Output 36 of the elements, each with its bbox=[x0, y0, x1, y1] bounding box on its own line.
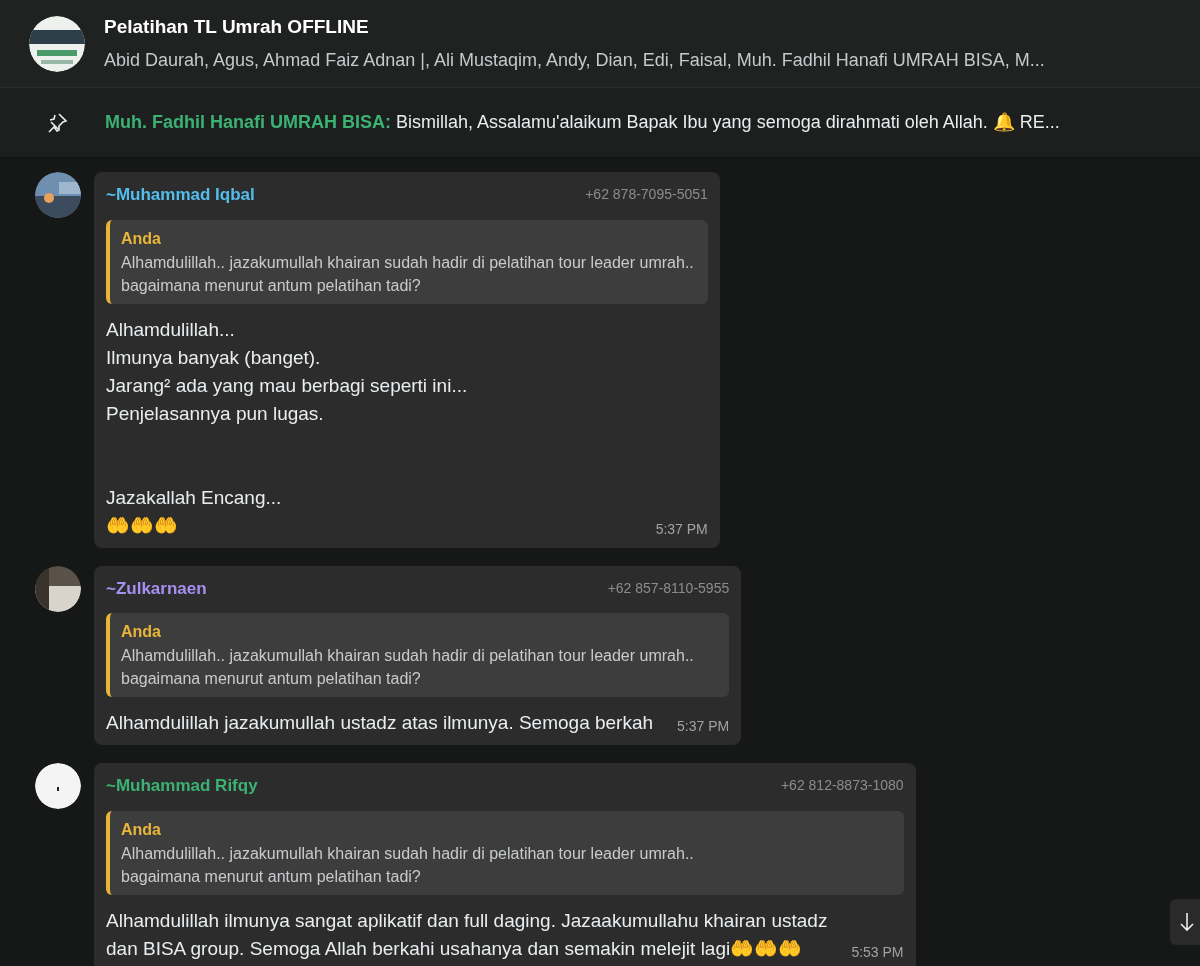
message-text: Jazakallah Encang... bbox=[106, 485, 283, 510]
quote-text: bagaimana menurut antum pelatihan tadi? bbox=[121, 669, 422, 689]
pinned-message: Muh. Fadhil Hanafi UMRAH BISA: Bismillah, Assalamu'alaikum Bapak Ibu yang semoga dirahmati oleh Allah. 🔔 RE... bbox=[105, 111, 1060, 134]
quote-text: Alhamdulillah.. jazakumullah khairan sudah hadir di pelatihan tour leader umrah.. bbox=[121, 646, 695, 666]
sender-name[interactable]: ~Zulkarnaen bbox=[106, 575, 207, 601]
group-title: Pelatihan TL Umrah OFFLINE bbox=[104, 14, 370, 39]
quoted-message[interactable]: Anda Alhamdulillah.. jazakumullah khairan sudah hadir di pelatihan tour leader umrah.. bagaimana menurut antum pelatihan tadi? bbox=[106, 810, 904, 895]
quote-author: Anda bbox=[121, 622, 162, 642]
phone-number: +62 812-8873-1080 bbox=[780, 776, 904, 796]
message-text: 🤲🤲🤲 bbox=[106, 513, 179, 538]
quoted-message[interactable]: Anda Alhamdulillah.. jazakumullah khairan sudah hadir di pelatihan tour leader umrah.. bagaimana menurut antum pelatihan tadi? bbox=[106, 613, 730, 697]
phone-number: +62 878-7095-5051 bbox=[585, 185, 708, 205]
message-text: Alhamdulillah jazakumullah ustadz atas ilmunya. Semoga berkah bbox=[106, 711, 654, 735]
quote-text: bagaimana menurut antum pelatihan tadi? bbox=[121, 275, 422, 296]
down-arrow-icon bbox=[1180, 911, 1194, 932]
phone-number: +62 857-8110-5955 bbox=[607, 578, 730, 598]
message-text: dan BISA group. Semoga Allah berkahi usahanya dan semakin melejit lagi🤲🤲🤲 bbox=[106, 936, 804, 961]
message-text: Penjelasannya pun lugas. bbox=[106, 401, 325, 426]
member-list: Abid Daurah, Agus, Ahmad Faiz Adnan |, Ali Mustaqim, Andy, Dian, Edi, Faisal, Muh. Fadhil Hanafi UMRAH BISA, M... bbox=[104, 47, 1045, 75]
quote-author: Anda bbox=[121, 819, 162, 840]
message-text: Jarang² ada yang mau berbagi seperti ini... bbox=[106, 373, 468, 398]
sender-name[interactable]: ~Muhammad Rifqy bbox=[106, 773, 258, 799]
message-text: Alhamdulillah... bbox=[106, 317, 236, 342]
message-text: Ilmunya banyak (banget). bbox=[106, 345, 322, 370]
quote-text: Alhamdulillah.. jazakumullah khairan sudah hadir di pelatihan tour leader umrah.. bbox=[121, 252, 694, 273]
quoted-message[interactable]: Anda Alhamdulillah.. jazakumullah khairan sudah hadir di pelatihan tour leader umrah.. bagaimana menurut antum pelatihan tadi? bbox=[106, 219, 708, 304]
message-time: 5:37 PM bbox=[677, 717, 730, 736]
quote-text: Alhamdulillah.. jazakumullah khairan sudah hadir di pelatihan tour leader umrah.. bbox=[121, 843, 695, 864]
sender-name[interactable]: ~Muhammad Iqbal bbox=[106, 182, 255, 208]
message-text: Alhamdulillah ilmunya sangat aplikatif dan full daging. Jazaakumullahu khairan ustadz bbox=[106, 908, 828, 933]
quote-text: bagaimana menurut antum pelatihan tadi? bbox=[121, 866, 422, 887]
pinned-banner[interactable]: Muh. Fadhil Hanafi UMRAH BISA: Bismillah, Assalamu'alaikum Bapak Ibu yang semoga dirahmati oleh Allah. 🔔 RE... bbox=[0, 88, 1200, 158]
scroll-down-button[interactable] bbox=[1170, 898, 1200, 945]
quote-author: Anda bbox=[121, 228, 162, 249]
message-time: 5:53 PM bbox=[851, 942, 904, 962]
message-time: 5:37 PM bbox=[655, 519, 708, 539]
